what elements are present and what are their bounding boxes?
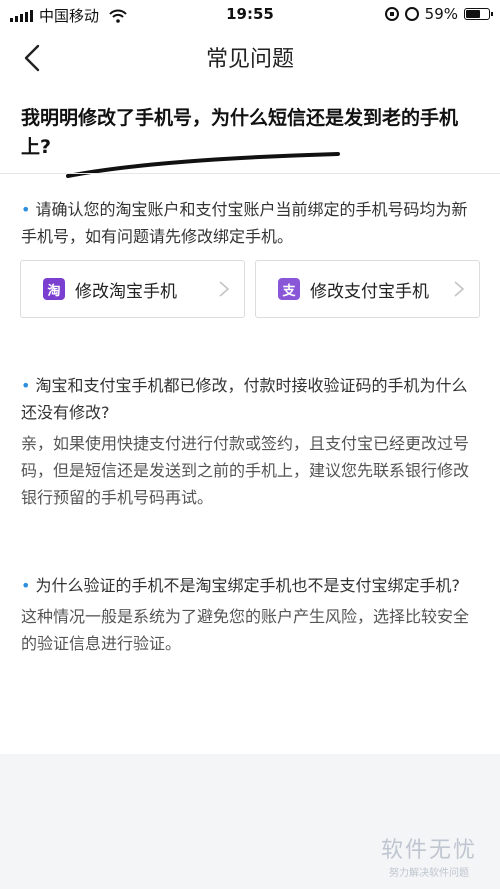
faq-content: 我明明修改了手机号，为什么短信还是发到老的手机上? 请确认您的淘宝账户和支付宝账… [0,86,500,754]
faq-item-2: 淘宝和支付宝手机都已修改，付款时接收验证码的手机为什么还没有修改? 亲，如果使用… [21,372,481,511]
nav-bar: 常见问题 [0,30,500,86]
rotation-lock-icon [384,7,399,21]
alarm-icon [404,7,419,21]
faq-answer: 这种情况一般是系统为了避免您的账户产生风险，选择比较安全的验证信息进行验证。 [21,607,470,653]
modify-taobao-phone-button[interactable]: 淘 修改淘宝手机 [20,260,245,318]
modify-alipay-phone-button[interactable]: 支 修改支付宝手机 [255,260,480,318]
watermark-title: 软件无忧 [380,838,477,863]
faq-answer: 亲，如果使用快捷支付进行付款或签约，且支付宝已经更改过号码，但是短信还是发送到之… [21,434,470,507]
action-buttons: 淘 修改淘宝手机 支 修改支付宝手机 [20,260,480,320]
button-label: 修改淘宝手机 [75,281,177,302]
chevron-right-icon [454,281,465,297]
watermark: 软件无忧 努力解决软件问题 [370,832,488,879]
divider [0,173,500,174]
page-title: 常见问题 [205,47,294,72]
faq-item-3: 为什么验证的手机不是淘宝绑定手机也不是支付宝绑定手机? 这种情况一般是系统为了避… [21,572,481,657]
battery-fill [466,10,481,18]
status-right: 59% [384,5,493,23]
battery-icon [464,8,493,20]
scribble-mark [66,152,340,178]
chevron-right-icon [219,281,230,297]
button-label: 修改支付宝手机 [310,281,429,302]
watermark-subtitle: 努力解决软件问题 [389,868,469,879]
faq-item-1: 请确认您的淘宝账户和支付宝账户当前绑定的手机号码均为新手机号，如有问题请先修改绑… [21,196,481,250]
alipay-icon: 支 [278,278,300,300]
faq-question: 为什么验证的手机不是淘宝绑定手机也不是支付宝绑定手机? [21,572,481,599]
taobao-icon: 淘 [43,278,65,300]
status-bar: 中国移动 19:55 59% [0,0,500,30]
faq-question: 淘宝和支付宝手机都已修改，付款时接收验证码的手机为什么还没有修改? [21,372,481,426]
faq-question: 请确认您的淘宝账户和支付宝账户当前绑定的手机号码均为新手机号，如有问题请先修改绑… [21,196,481,250]
battery-percent: 59% [424,5,458,23]
